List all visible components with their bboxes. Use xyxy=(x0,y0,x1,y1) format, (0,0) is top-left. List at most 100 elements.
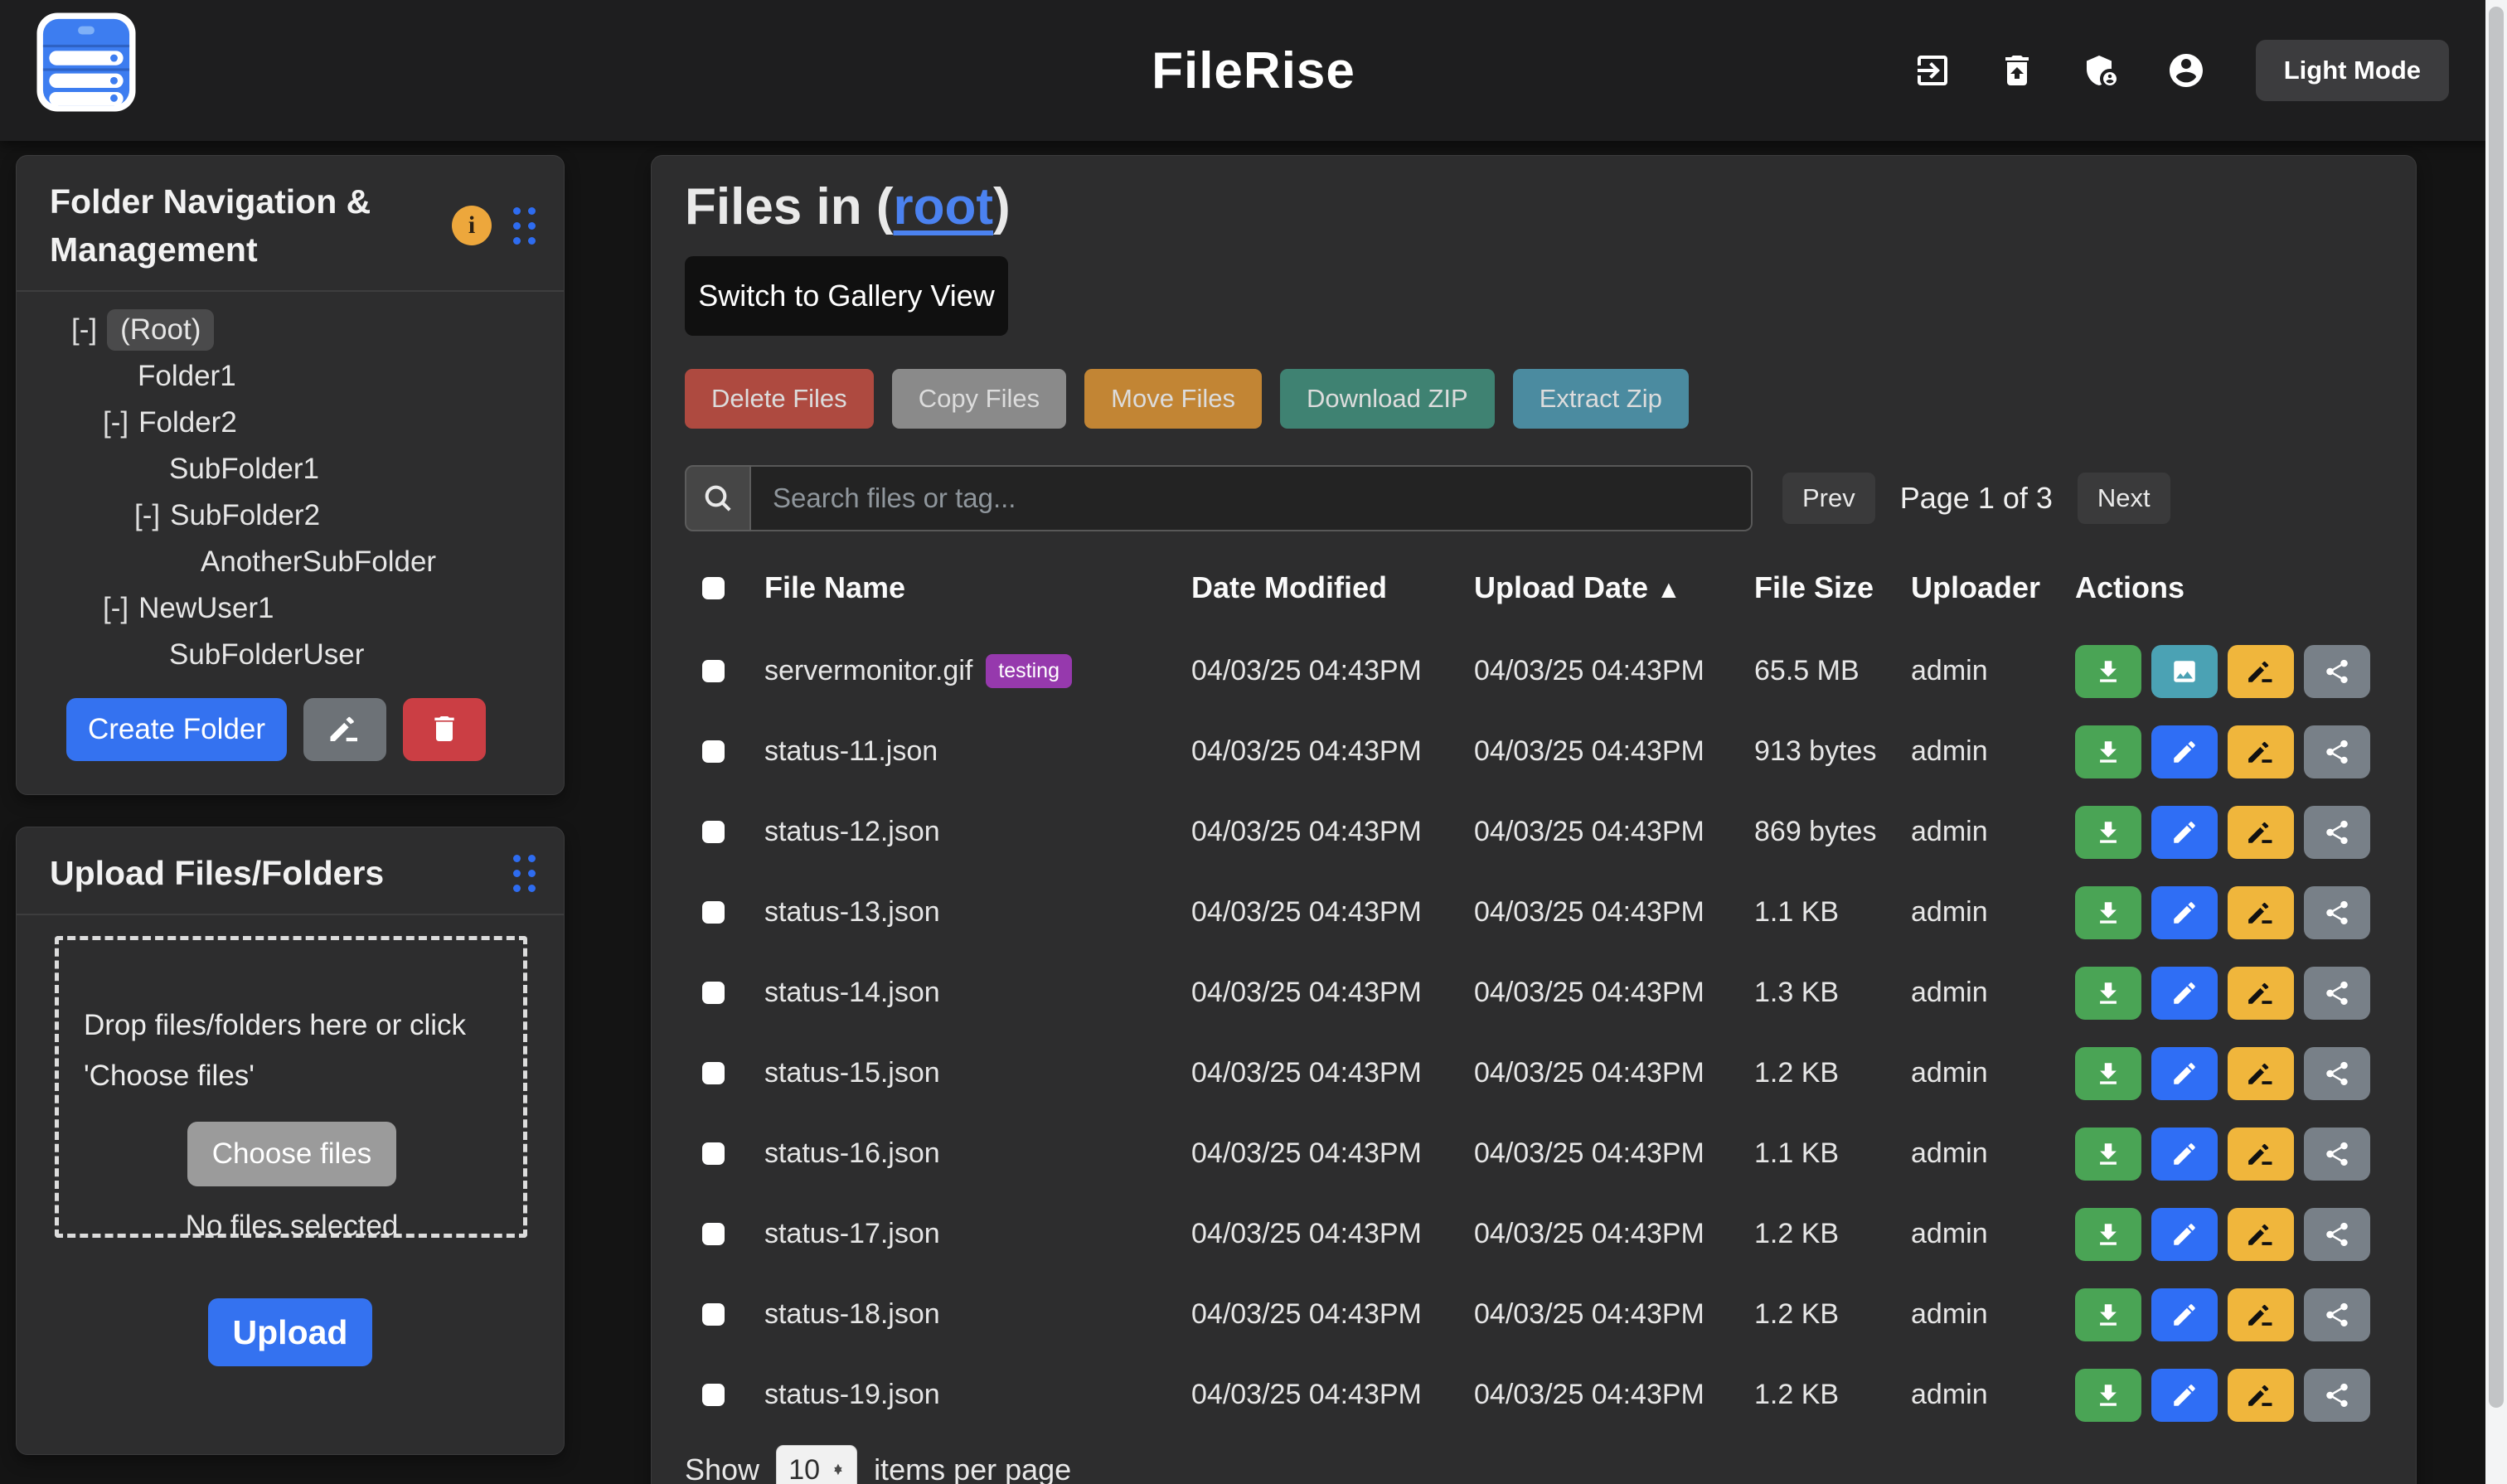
folder-tree-item-root[interactable]: [-](Root) xyxy=(17,307,564,353)
drag-handle-icon[interactable] xyxy=(513,855,536,892)
theme-toggle-button[interactable]: Light Mode xyxy=(2256,40,2449,101)
share-action-button[interactable] xyxy=(2304,1208,2370,1261)
prev-page-button[interactable]: Prev xyxy=(1782,473,1875,524)
share-action-button[interactable] xyxy=(2304,967,2370,1020)
share-action-button[interactable] xyxy=(2304,1369,2370,1422)
download-action-button[interactable] xyxy=(2075,806,2141,859)
file-name[interactable]: status-19.json xyxy=(764,1379,940,1411)
page-scrollbar[interactable] xyxy=(2485,0,2507,1484)
account-icon[interactable] xyxy=(2165,49,2208,92)
edit-action-button[interactable] xyxy=(2151,1208,2218,1261)
row-checkbox[interactable] xyxy=(702,901,725,924)
folder-label[interactable]: SubFolderUser xyxy=(169,638,364,672)
share-action-button[interactable] xyxy=(2304,1288,2370,1341)
share-action-button[interactable] xyxy=(2304,1128,2370,1181)
row-checkbox[interactable] xyxy=(702,740,725,763)
copy-files-button[interactable]: Copy Files xyxy=(892,369,1066,429)
share-action-button[interactable] xyxy=(2304,806,2370,859)
preview-action-button[interactable] xyxy=(2151,645,2218,698)
column-header-date-modified[interactable]: Date Modified xyxy=(1191,570,1474,605)
download-action-button[interactable] xyxy=(2075,645,2141,698)
drag-handle-icon[interactable] xyxy=(513,207,536,245)
row-checkbox[interactable] xyxy=(702,1384,725,1406)
row-checkbox[interactable] xyxy=(702,1223,725,1245)
rename-action-button[interactable] xyxy=(2228,725,2294,778)
file-name[interactable]: status-16.json xyxy=(764,1137,940,1170)
file-name[interactable]: status-18.json xyxy=(764,1298,940,1331)
download-action-button[interactable] xyxy=(2075,886,2141,939)
info-icon[interactable]: i xyxy=(452,206,492,245)
file-dropzone[interactable]: Drop files/folders here or click 'Choose… xyxy=(55,936,527,1238)
tree-collapse-toggle[interactable]: [-] xyxy=(103,592,129,625)
extract-zip-button[interactable]: Extract Zip xyxy=(1513,369,1689,429)
share-action-button[interactable] xyxy=(2304,886,2370,939)
logout-icon[interactable] xyxy=(1911,49,1954,92)
row-checkbox[interactable] xyxy=(702,1303,725,1326)
edit-action-button[interactable] xyxy=(2151,967,2218,1020)
items-per-page-select[interactable]: 10 ▲▼ xyxy=(776,1445,857,1484)
choose-files-button[interactable]: Choose files xyxy=(187,1122,396,1186)
tree-collapse-toggle[interactable]: [-] xyxy=(103,406,129,439)
edit-action-button[interactable] xyxy=(2151,886,2218,939)
file-name[interactable]: status-14.json xyxy=(764,977,940,1009)
tree-collapse-toggle[interactable]: [-] xyxy=(71,313,97,347)
download-action-button[interactable] xyxy=(2075,725,2141,778)
edit-action-button[interactable] xyxy=(2151,1047,2218,1100)
column-header-file-name[interactable]: File Name xyxy=(764,570,1191,605)
download-action-button[interactable] xyxy=(2075,1128,2141,1181)
delete-folder-button[interactable] xyxy=(403,698,486,761)
restore-trash-icon[interactable] xyxy=(1995,49,2039,92)
delete-files-button[interactable]: Delete Files xyxy=(685,369,874,429)
column-header-file-size[interactable]: File Size xyxy=(1754,570,1911,605)
rename-action-button[interactable] xyxy=(2228,1128,2294,1181)
rename-action-button[interactable] xyxy=(2228,1208,2294,1261)
file-name[interactable]: status-13.json xyxy=(764,896,940,929)
column-header-upload-date[interactable]: Upload Date▲ xyxy=(1474,570,1754,605)
download-zip-button[interactable]: Download ZIP xyxy=(1280,369,1495,429)
rename-action-button[interactable] xyxy=(2228,1369,2294,1422)
folder-label[interactable]: Folder2 xyxy=(138,406,237,439)
edit-action-button[interactable] xyxy=(2151,806,2218,859)
folder-tree-item-folder1[interactable]: Folder1 xyxy=(17,353,564,400)
file-name[interactable]: servermonitor.gif xyxy=(764,655,972,687)
rename-action-button[interactable] xyxy=(2228,886,2294,939)
rename-action-button[interactable] xyxy=(2228,1047,2294,1100)
row-checkbox[interactable] xyxy=(702,982,725,1004)
download-action-button[interactable] xyxy=(2075,967,2141,1020)
rename-action-button[interactable] xyxy=(2228,806,2294,859)
column-header-uploader[interactable]: Uploader xyxy=(1911,570,2075,605)
row-checkbox[interactable] xyxy=(702,1062,725,1084)
row-checkbox[interactable] xyxy=(702,1142,725,1165)
share-action-button[interactable] xyxy=(2304,725,2370,778)
folder-label[interactable]: Folder1 xyxy=(138,360,236,393)
folder-tree-item-subfolder2[interactable]: [-]SubFolder2 xyxy=(17,492,564,539)
rename-action-button[interactable] xyxy=(2228,1288,2294,1341)
move-files-button[interactable]: Move Files xyxy=(1084,369,1262,429)
folder-tree-item-newuser1[interactable]: [-] NewUser1 xyxy=(17,585,564,632)
root-folder-link[interactable]: root xyxy=(893,178,993,235)
file-name[interactable]: status-12.json xyxy=(764,816,940,848)
file-name[interactable]: status-15.json xyxy=(764,1057,940,1089)
download-action-button[interactable] xyxy=(2075,1047,2141,1100)
edit-action-button[interactable] xyxy=(2151,725,2218,778)
download-action-button[interactable] xyxy=(2075,1369,2141,1422)
folder-label[interactable]: SubFolder1 xyxy=(169,453,319,486)
folder-tree-item-anothersubfolder[interactable]: AnotherSubFolder xyxy=(17,539,564,585)
create-folder-button[interactable]: Create Folder xyxy=(66,698,287,761)
folder-tree-item-folder2[interactable]: [-] Folder2 xyxy=(17,400,564,446)
search-input[interactable] xyxy=(751,465,1753,531)
tree-collapse-toggle[interactable]: [-] xyxy=(134,499,160,532)
share-action-button[interactable] xyxy=(2304,645,2370,698)
edit-action-button[interactable] xyxy=(2151,1288,2218,1341)
select-all-checkbox[interactable] xyxy=(702,577,725,599)
file-name[interactable]: status-17.json xyxy=(764,1218,940,1250)
rename-action-button[interactable] xyxy=(2228,645,2294,698)
download-action-button[interactable] xyxy=(2075,1208,2141,1261)
rename-action-button[interactable] xyxy=(2228,967,2294,1020)
folder-label[interactable]: NewUser1 xyxy=(138,592,274,625)
switch-gallery-view-button[interactable]: Switch to Gallery View xyxy=(685,256,1008,336)
folder-tree-item-subfolder1[interactable]: SubFolder1 xyxy=(17,446,564,492)
edit-action-button[interactable] xyxy=(2151,1128,2218,1181)
edit-action-button[interactable] xyxy=(2151,1369,2218,1422)
upload-button[interactable]: Upload xyxy=(208,1298,372,1366)
